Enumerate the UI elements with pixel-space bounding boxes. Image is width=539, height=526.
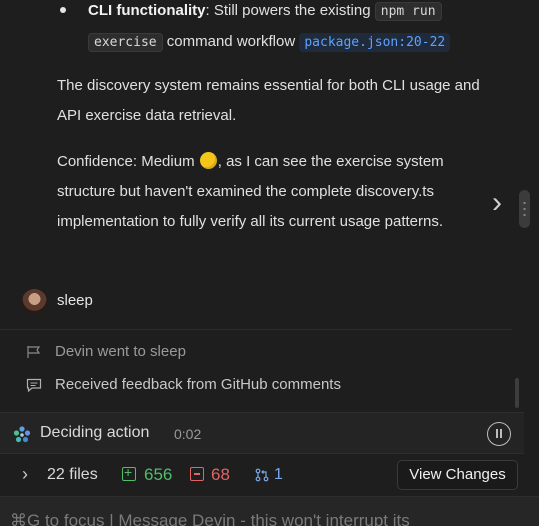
confidence-text: Confidence: Medium [57,153,199,170]
drag-dots-icon [523,200,526,218]
sleep-message: sleep [22,289,502,317]
scrollbar-thumb[interactable] [515,378,519,408]
view-changes-button[interactable]: View Changes [397,460,518,490]
bullet-text: CLI functionality: Still powers the exis… [88,0,508,58]
avatar [22,289,47,314]
additions-count: 656 [144,465,173,484]
confidence-paragraph: Confidence: Medium , as I can see the ex… [57,147,502,237]
message-input[interactable]: ⌘G to focus | Message Devin - this won't… [0,496,539,526]
sleep-label: sleep [57,292,93,309]
pause-button[interactable] [487,422,511,446]
devin-logo-icon [13,426,31,443]
sleep-flag-icon [27,346,41,358]
pull-request-count[interactable]: 1 [274,466,283,484]
event-text: Devin went to sleep [55,343,186,360]
inline-code: npm run [374,2,442,21]
file-reference-link[interactable]: package.json:20-22 [299,33,451,52]
bullet-dot [60,7,66,13]
deletions-count: 68 [211,465,230,484]
bullet-bold: CLI functionality [88,2,206,19]
bullet-text-1: : Still powers the existing [205,2,375,19]
changes-bar: › 22 files 656 68 1 View Changes [0,454,539,496]
comment-icon [26,378,42,392]
yellow-circle-icon [199,152,217,169]
elapsed-time: 0:02 [174,426,202,442]
status-text: Deciding action [40,424,150,441]
status-bar: Deciding action 0:02 [0,412,524,454]
inline-code: exercise [88,33,163,52]
files-count[interactable]: 22 files [47,466,98,484]
input-placeholder: ⌘G to focus | Message Devin - this won't… [10,511,410,526]
additions-icon [122,464,136,481]
chevron-right-icon[interactable]: › [22,464,28,485]
event-text: Received feedback from GitHub comments [55,376,341,393]
event-feedback: Received feedback from GitHub comments [26,375,506,397]
deletions-icon [190,467,204,481]
pull-request-icon [255,468,269,482]
chat-message: CLI functionality: Still powers the exis… [0,0,512,330]
bullet-text-2: command workflow [162,33,300,50]
divider [0,329,512,330]
chevron-right-icon[interactable]: › [492,186,502,220]
message-paragraph: The discovery system remains essential f… [57,77,480,124]
event-sleep: Devin went to sleep [26,342,506,364]
